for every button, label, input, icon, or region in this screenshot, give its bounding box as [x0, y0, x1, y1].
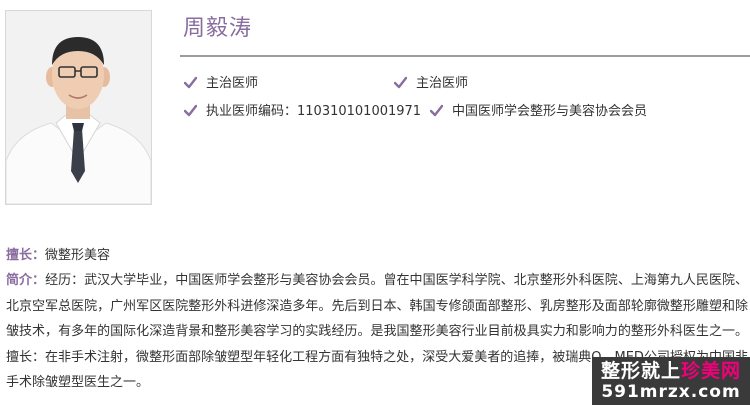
bio-label: 简介： — [6, 273, 46, 288]
info-item-label: 主治医师 — [416, 76, 469, 91]
checkmark-icon — [184, 104, 197, 117]
watermark-slogan: 整形就上珍美网 — [592, 361, 750, 382]
doctor-photo — [5, 10, 152, 205]
info-item-label: 主治医师 — [206, 76, 259, 91]
info-item-title-secondary: 主治医师 — [394, 72, 468, 91]
info-item-membership: 中国医师学会整形与美容协会会员 — [430, 100, 647, 119]
specialty-label: 擅长： — [6, 248, 46, 263]
info-item-title: 主治医师 — [184, 72, 258, 91]
specialty-row: 擅长：微整形美容 — [6, 244, 110, 263]
doctor-name: 周毅涛 — [183, 16, 253, 41]
site-watermark: 整形就上珍美网 591mrzx.com — [592, 357, 750, 405]
checkmark-icon — [430, 104, 443, 117]
checkmark-icon — [394, 76, 407, 89]
info-item-label: 执业医师编码：110310101001971 — [206, 104, 422, 119]
specialty-value: 微整形美容 — [45, 248, 111, 263]
name-divider — [180, 55, 750, 57]
info-item-label: 中国医师学会整形与美容协会会员 — [452, 104, 648, 119]
checkmark-icon — [184, 76, 197, 89]
watermark-slogan-part1: 整形就上 — [600, 360, 681, 382]
watermark-url: 591mrzx.com — [601, 382, 741, 402]
info-item-license: 执业医师编码：110310101001971 — [184, 100, 421, 119]
watermark-brand: 珍美网 — [681, 360, 742, 382]
